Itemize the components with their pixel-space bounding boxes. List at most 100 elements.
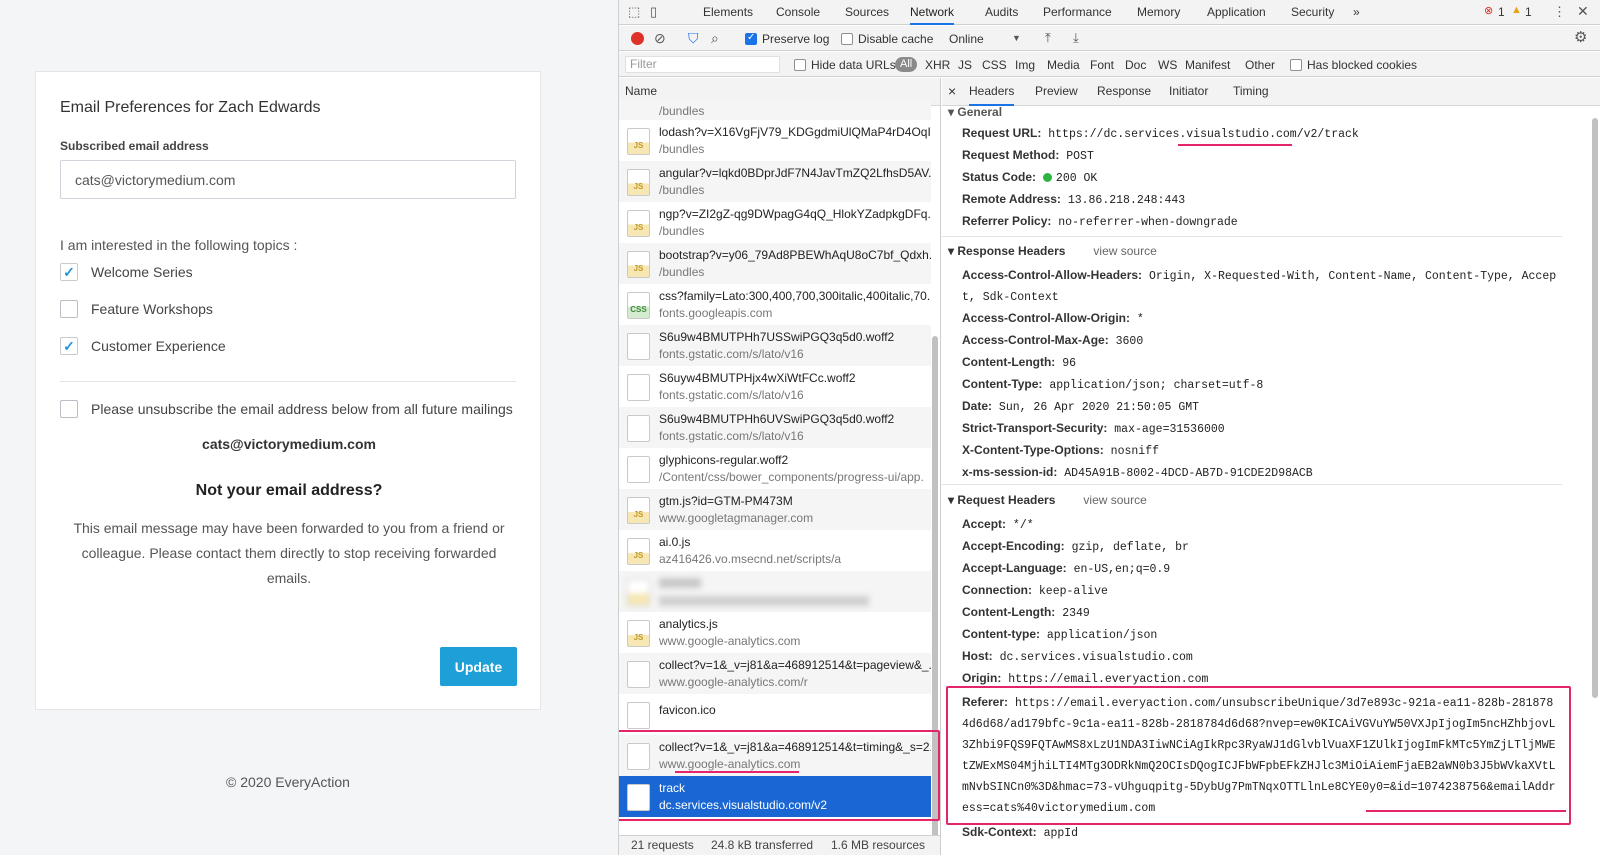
filter-type-css[interactable]: CSS — [982, 58, 1007, 72]
export-har-icon[interactable]: ⤓ — [1073, 31, 1079, 44]
filter-type-other[interactable]: Other — [1245, 58, 1275, 72]
topic-label: Feature Workshops — [91, 301, 213, 317]
list-item[interactable]: S6uyw4BMUTPHjx4wXiWtFCc.woff2 fonts.gstat… — [619, 366, 931, 407]
view-source-link[interactable]: view source — [1093, 244, 1156, 258]
filter-type-all[interactable]: All — [895, 57, 918, 72]
list-item[interactable]: JS gtm.js?id=GTM-PM473M www.googletagmanag… — [619, 489, 931, 530]
clear-icon[interactable]: ⊘ — [654, 31, 666, 45]
checkbox-checked-icon[interactable]: ✓ — [60, 263, 78, 281]
tab-security[interactable]: Security — [1291, 0, 1334, 25]
tab-sources[interactable]: Sources — [845, 0, 889, 25]
list-item[interactable]: /bundles — [619, 100, 931, 120]
disable-cache-label: Disable cache — [858, 32, 934, 46]
list-item-selected[interactable]: track dc.services.visualstudio.com/v2 — [619, 776, 931, 817]
inspect-element-icon[interactable]: ⬚ — [628, 5, 640, 18]
throttle-select[interactable]: Online — [949, 32, 984, 46]
more-tabs-button[interactable]: » — [1353, 0, 1360, 25]
filter-type-manifest[interactable]: Manifest — [1185, 58, 1230, 72]
checkbox-checked-icon[interactable]: ✓ — [60, 337, 78, 355]
blocked-cookies-toggle[interactable]: Has blocked cookies — [1290, 58, 1417, 72]
list-item[interactable]: JS ai.0.js az416426.vo.msecnd.net/scripts/… — [619, 530, 931, 571]
preserve-log-toggle[interactable]: Preserve log — [745, 32, 829, 46]
request-name: S6u9w4BMUTPHh6UVSwiPGQ3q5d0.woff2 — [659, 412, 895, 426]
update-button[interactable]: Update — [440, 647, 517, 686]
tab-elements[interactable]: Elements — [703, 0, 753, 25]
close-detail-button[interactable]: × — [948, 78, 956, 106]
close-icon[interactable]: ✕ — [1577, 4, 1589, 18]
tab-memory[interactable]: Memory — [1137, 0, 1180, 25]
tab-application[interactable]: Application — [1207, 0, 1266, 25]
topic-feature-workshops[interactable]: Feature Workshops — [60, 298, 213, 320]
list-item[interactable]: collect?v=1&_v=j81&a=468912514&t=timing&… — [619, 735, 931, 776]
gear-icon[interactable]: ⚙ — [1574, 30, 1587, 45]
tab-preview[interactable]: Preview — [1035, 78, 1078, 106]
checkbox-unchecked-icon[interactable] — [841, 33, 853, 45]
topic-customer-experience[interactable]: ✓ Customer Experience — [60, 335, 226, 357]
header-row: Date: Sun, 26 Apr 2020 21:50:05 GMT — [962, 396, 1560, 418]
tab-console[interactable]: Console — [776, 0, 820, 25]
tab-headers[interactable]: Headers — [969, 78, 1015, 106]
error-icon[interactable]: ⊗ — [1484, 6, 1493, 17]
checkbox-unchecked-icon[interactable] — [794, 59, 806, 71]
record-icon[interactable] — [631, 32, 644, 45]
warning-icon[interactable]: ▲ — [1511, 5, 1522, 16]
filter-type-media[interactable]: Media — [1047, 58, 1080, 72]
header-row: Referrer Policy: no-referrer-when-downgr… — [962, 211, 1560, 233]
list-item[interactable]: JS analytics.js www.google-analytics.com — [619, 612, 931, 653]
filter-type-xhr[interactable]: XHR — [925, 58, 950, 72]
device-toolbar-icon[interactable]: ▯ — [650, 5, 657, 18]
checkbox-unchecked-icon[interactable] — [1290, 59, 1302, 71]
filter-icon[interactable]: ⛉ — [688, 31, 699, 45]
underline-annotation — [1366, 810, 1566, 812]
view-source-link[interactable]: view source — [1083, 493, 1146, 507]
subscribed-email-label: Subscribed email address — [60, 139, 209, 153]
list-item[interactable]: CSS css?family=Lato:300,400,700,300italic… — [619, 284, 931, 325]
filter-type-doc[interactable]: Doc — [1125, 58, 1146, 72]
header-row: X-Content-Type-Options: nosniff — [962, 440, 1560, 462]
redacted-list-item[interactable] — [619, 571, 931, 612]
tab-network[interactable]: Network — [910, 0, 955, 25]
import-har-icon[interactable]: ⤒ — [1045, 31, 1051, 44]
filter-input[interactable]: Filter — [625, 56, 780, 73]
list-item[interactable]: JS angular?v=lqkd0BDprJdF7N4JavTmZQ2LfhsD… — [619, 161, 931, 202]
list-item[interactable]: JS ngp?v=ZI2gZ-qg9DWpagG4qQ_HlokYZadpkgDF… — [619, 202, 931, 243]
list-item[interactable]: favicon.ico — [619, 694, 931, 735]
tab-response[interactable]: Response — [1097, 78, 1151, 106]
list-item[interactable]: glyphicons-regular.woff2/Content/css/bow… — [619, 448, 931, 489]
filter-type-font[interactable]: Font — [1090, 58, 1114, 72]
list-item[interactable]: JS lodash?v=X16VgFjV79_KDGgdmiUlQMaP4rD4O… — [619, 120, 931, 161]
general-section-header[interactable]: ▾ General — [948, 105, 1002, 119]
request-headers-section-header[interactable]: ▾ Request Headers view source — [948, 493, 1147, 507]
email-field[interactable] — [60, 160, 516, 199]
kebab-menu-icon[interactable]: ⋮ — [1553, 5, 1566, 18]
request-domain: /bundles — [659, 104, 705, 118]
request-domain: fonts.googleapis.com — [659, 306, 773, 320]
scrollbar[interactable] — [932, 336, 938, 846]
list-item[interactable]: collect?v=1&_v=j81&a=468912514&t=pagevie… — [619, 653, 931, 694]
unsubscribe-label: Please unsubscribe the email address bel… — [91, 401, 513, 417]
checkbox-unchecked-icon[interactable] — [60, 300, 78, 318]
checkbox-unchecked-icon[interactable] — [60, 400, 78, 418]
topic-welcome-series[interactable]: ✓ Welcome Series — [60, 261, 193, 283]
tab-performance[interactable]: Performance — [1043, 0, 1112, 25]
hide-data-urls-toggle[interactable]: Hide data URLs — [794, 58, 896, 72]
request-domain: www.google-analytics.com — [659, 634, 801, 648]
checkbox-checked-icon[interactable] — [745, 32, 757, 45]
list-item[interactable]: JS bootstrap?v=y06_79Ad8PBEWhAqU8oC7bf_Qd… — [619, 243, 931, 284]
header-value: keep-alive — [1038, 585, 1108, 598]
list-item[interactable]: S6u9w4BMUTPHh6UVSwiPGQ3q5d0.woff2 fonts.g… — [619, 407, 931, 448]
tab-timing[interactable]: Timing — [1233, 78, 1269, 106]
header-key: X-Content-Type-Options: — [962, 443, 1104, 457]
chevron-down-icon[interactable]: ▼ — [1012, 34, 1021, 43]
scrollbar[interactable] — [1592, 118, 1598, 698]
disable-cache-toggle[interactable]: Disable cache — [841, 32, 933, 46]
search-icon[interactable]: ⌕ — [711, 31, 719, 45]
filter-type-img[interactable]: Img — [1015, 58, 1035, 72]
tab-initiator[interactable]: Initiator — [1169, 78, 1208, 106]
filter-type-js[interactable]: JS — [958, 58, 972, 72]
filter-type-ws[interactable]: WS — [1158, 58, 1177, 72]
list-item[interactable]: S6u9w4BMUTPHh7USSwiPGQ3q5d0.woff2 fonts.g… — [619, 325, 931, 366]
response-headers-section-header[interactable]: ▾ Response Headers view source — [948, 244, 1157, 258]
unsubscribe-option[interactable]: Please unsubscribe the email address bel… — [60, 398, 513, 420]
tab-audits[interactable]: Audits — [985, 0, 1018, 25]
